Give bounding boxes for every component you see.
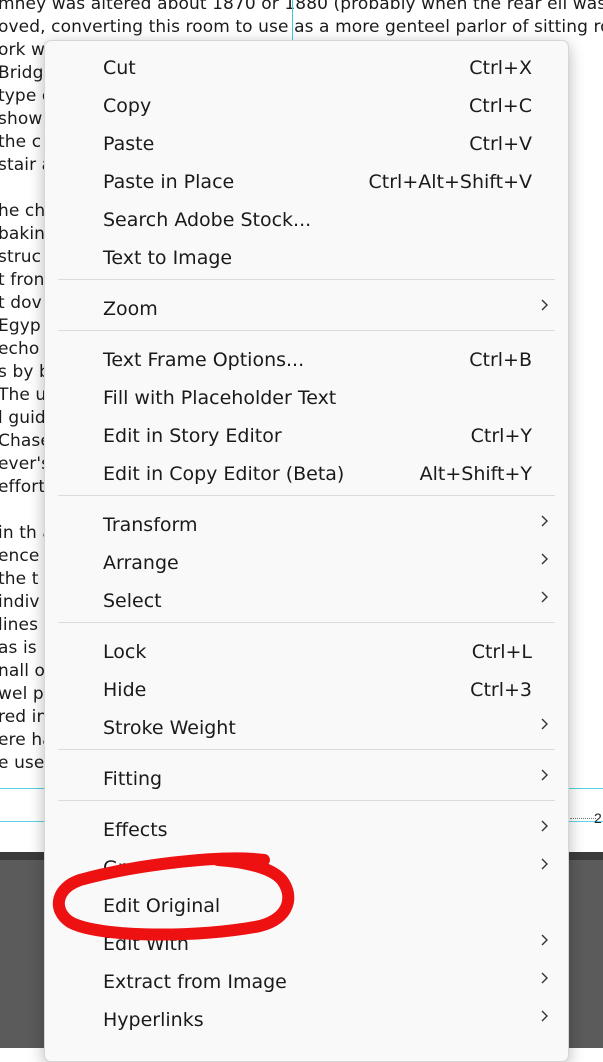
menu-item-label: Arrange: [103, 552, 179, 574]
menu-item-select[interactable]: Select: [45, 580, 568, 618]
menu-item-label: Fitting: [103, 768, 163, 790]
page-number: 2: [594, 810, 602, 826]
menu-item-zoom[interactable]: Zoom: [45, 288, 568, 326]
menu-item-label: Hyperlinks: [103, 1009, 204, 1031]
menu-item-edit-copy-editor[interactable]: Edit in Copy Editor (Beta) Alt+Shift+Y: [45, 453, 568, 491]
chevron-right-icon: [540, 298, 549, 312]
menu-item-shortcut: Ctrl+L: [471, 641, 532, 663]
menu-item-label: Select: [103, 590, 162, 612]
menu-item-shortcut: Alt+Shift+Y: [419, 463, 532, 485]
menu-item-lock[interactable]: Lock Ctrl+L: [45, 631, 568, 669]
menu-separator: [58, 622, 555, 623]
menu-item-search-adobe-stock[interactable]: Search Adobe Stock...: [45, 199, 568, 237]
menu-item-label: Search Adobe Stock...: [103, 209, 312, 231]
menu-item-shortcut: Ctrl+B: [469, 349, 532, 371]
document-text-line: oved, converting this room to use as a m…: [0, 17, 603, 37]
menu-item-label: Paste: [103, 133, 155, 155]
menu-item-paste[interactable]: Paste Ctrl+V: [45, 123, 568, 161]
menu-item-label: Text to Image: [103, 247, 233, 269]
menu-item-label: Transform: [103, 514, 198, 536]
chevron-right-icon: [540, 857, 549, 871]
menu-item-fitting[interactable]: Fitting: [45, 758, 568, 796]
menu-item-label: Paste in Place: [103, 171, 235, 193]
menu-item-label: Edit in Copy Editor (Beta): [103, 463, 345, 485]
menu-item-label: Text Frame Options...: [103, 349, 305, 371]
frame-edge: [570, 818, 596, 827]
chevron-right-icon: [540, 819, 549, 833]
menu-item-shortcut: Ctrl+3: [470, 679, 532, 701]
chevron-right-icon: [540, 933, 549, 947]
chevron-right-icon: [540, 971, 549, 985]
menu-item-label: Cut: [103, 57, 136, 79]
menu-separator: [58, 279, 555, 280]
menu-item-label: Effects: [103, 819, 168, 841]
chevron-right-icon: [540, 768, 549, 782]
menu-item-label: Stroke Weight: [103, 717, 236, 739]
chevron-right-icon: [540, 717, 549, 731]
chevron-right-icon: [540, 590, 549, 604]
chevron-right-icon: [540, 552, 549, 566]
menu-item-shortcut: Ctrl+X: [469, 57, 532, 79]
menu-item-shortcut: Ctrl+Alt+Shift+V: [368, 171, 532, 193]
menu-item-label: Edit in Story Editor: [103, 425, 282, 447]
menu-item-shortcut: Ctrl+Y: [470, 425, 532, 447]
guide-vertical: [292, 0, 293, 40]
menu-item-hyperlinks[interactable]: Hyperlinks: [45, 999, 568, 1037]
menu-item-paste-in-place[interactable]: Paste in Place Ctrl+Alt+Shift+V: [45, 161, 568, 199]
menu-item-edit-story-editor[interactable]: Edit in Story Editor Ctrl+Y: [45, 415, 568, 453]
menu-item-label: Hide: [103, 679, 147, 701]
menu-separator: [58, 330, 555, 331]
menu-item-label: Zoom: [103, 298, 158, 320]
menu-item-arrange[interactable]: Arrange: [45, 542, 568, 580]
menu-item-hide[interactable]: Hide Ctrl+3: [45, 669, 568, 707]
document-text-line: bakin: [0, 224, 46, 244]
document-text-line: mney was altered about 1870 or 1880 (pro…: [0, 0, 603, 14]
menu-item-cut[interactable]: Cut Ctrl+X: [45, 47, 568, 85]
menu-item-shortcut: Ctrl+V: [469, 133, 532, 155]
menu-separator: [58, 495, 555, 496]
menu-item-text-frame-options[interactable]: Text Frame Options... Ctrl+B: [45, 339, 568, 377]
chevron-right-icon: [540, 514, 549, 528]
menu-item-shortcut: Ctrl+C: [469, 95, 532, 117]
menu-item-label: Lock: [103, 641, 147, 663]
menu-item-effects[interactable]: Effects: [45, 809, 568, 847]
chevron-right-icon: [540, 1009, 549, 1023]
menu-separator: [58, 749, 555, 750]
menu-item-copy[interactable]: Copy Ctrl+C: [45, 85, 568, 123]
document-text-line: t fron: [0, 270, 45, 290]
menu-item-transform[interactable]: Transform: [45, 504, 568, 542]
document-text-line: as is: [0, 638, 37, 658]
menu-item-text-to-image[interactable]: Text to Image: [45, 237, 568, 275]
menu-item-fill-placeholder[interactable]: Fill with Placeholder Text: [45, 377, 568, 415]
menu-separator: [58, 800, 555, 801]
red-circle-annotation: [52, 852, 295, 941]
menu-item-label: Copy: [103, 95, 152, 117]
menu-item-extract-from-image[interactable]: Extract from Image: [45, 961, 568, 999]
menu-item-label: Extract from Image: [103, 971, 287, 993]
menu-item-stroke-weight[interactable]: Stroke Weight: [45, 707, 568, 745]
menu-item-label: Fill with Placeholder Text: [103, 387, 337, 409]
